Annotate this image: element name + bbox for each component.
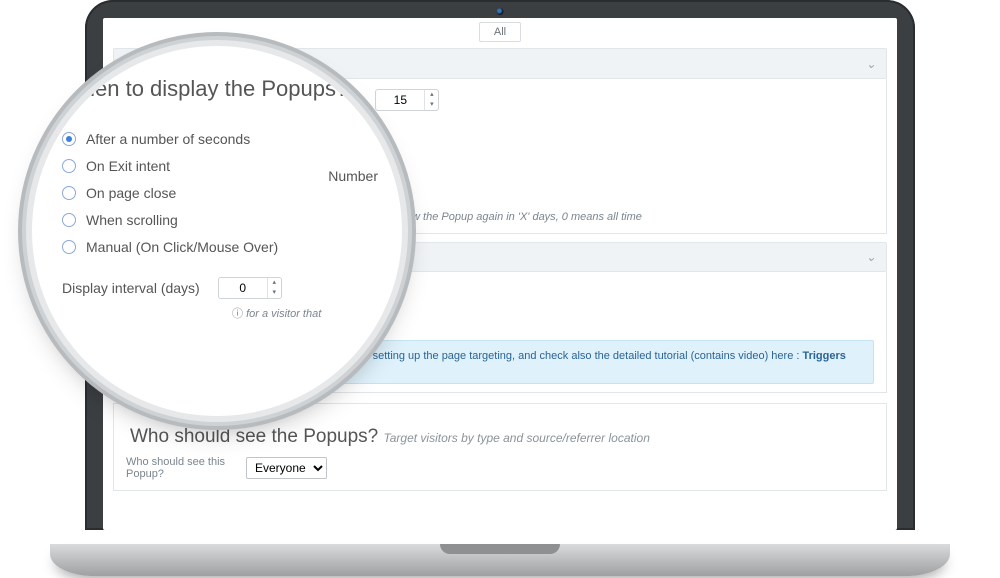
- webcam-dot: [497, 8, 504, 15]
- option-after-seconds[interactable]: After a number of seconds: [62, 131, 378, 147]
- who-panel: Who should see the Popups? Target visito…: [113, 403, 887, 491]
- interval-input[interactable]: ▴▾: [218, 277, 282, 299]
- display-interval-row: Display interval (days) ▴▾: [62, 277, 378, 299]
- radio-icon[interactable]: [62, 159, 76, 173]
- interval-hint: ⓘ for a visitor that: [62, 305, 378, 321]
- option-page-close[interactable]: On page close: [62, 185, 378, 201]
- trackpad-notch: [440, 544, 560, 554]
- laptop-base: [50, 544, 950, 576]
- chevron-down-icon: ⌄: [866, 250, 876, 264]
- option-label: After a number of seconds: [86, 131, 250, 147]
- magnifier-lens: When to display the Popups? ch After a n…: [32, 46, 402, 416]
- tabs-strip: All: [113, 18, 887, 48]
- option-scrolling[interactable]: When scrolling: [62, 212, 378, 228]
- radio-icon[interactable]: [62, 132, 76, 146]
- lens-title: When to display the Popups? ch: [62, 76, 378, 102]
- step-up-icon[interactable]: ▴: [425, 90, 438, 100]
- chevron-down-icon: ⌄: [866, 57, 876, 71]
- who-title: Who should see the Popups? Target visito…: [126, 414, 874, 456]
- radio-icon[interactable]: [62, 213, 76, 227]
- number-column-label: Number: [328, 168, 378, 184]
- option-label: On page close: [86, 185, 176, 201]
- who-subtitle: Target visitors by type and source/refer…: [384, 431, 650, 445]
- interval-field[interactable]: [219, 281, 267, 295]
- interval-label: Display interval (days): [62, 280, 200, 296]
- tab-all[interactable]: All: [479, 22, 521, 42]
- option-label: On Exit intent: [86, 158, 170, 174]
- who-select[interactable]: Everyone: [246, 457, 327, 479]
- radio-icon[interactable]: [62, 240, 76, 254]
- option-manual[interactable]: Manual (On Click/Mouse Over): [62, 239, 378, 255]
- who-field-label: Who should see this Popup?: [126, 456, 236, 480]
- step-up-icon[interactable]: ▴: [268, 278, 281, 288]
- radio-icon[interactable]: [62, 186, 76, 200]
- option-label: Manual (On Click/Mouse Over): [86, 239, 278, 255]
- option-label: When scrolling: [86, 212, 178, 228]
- step-down-icon[interactable]: ▾: [425, 100, 438, 110]
- step-down-icon[interactable]: ▾: [268, 288, 281, 298]
